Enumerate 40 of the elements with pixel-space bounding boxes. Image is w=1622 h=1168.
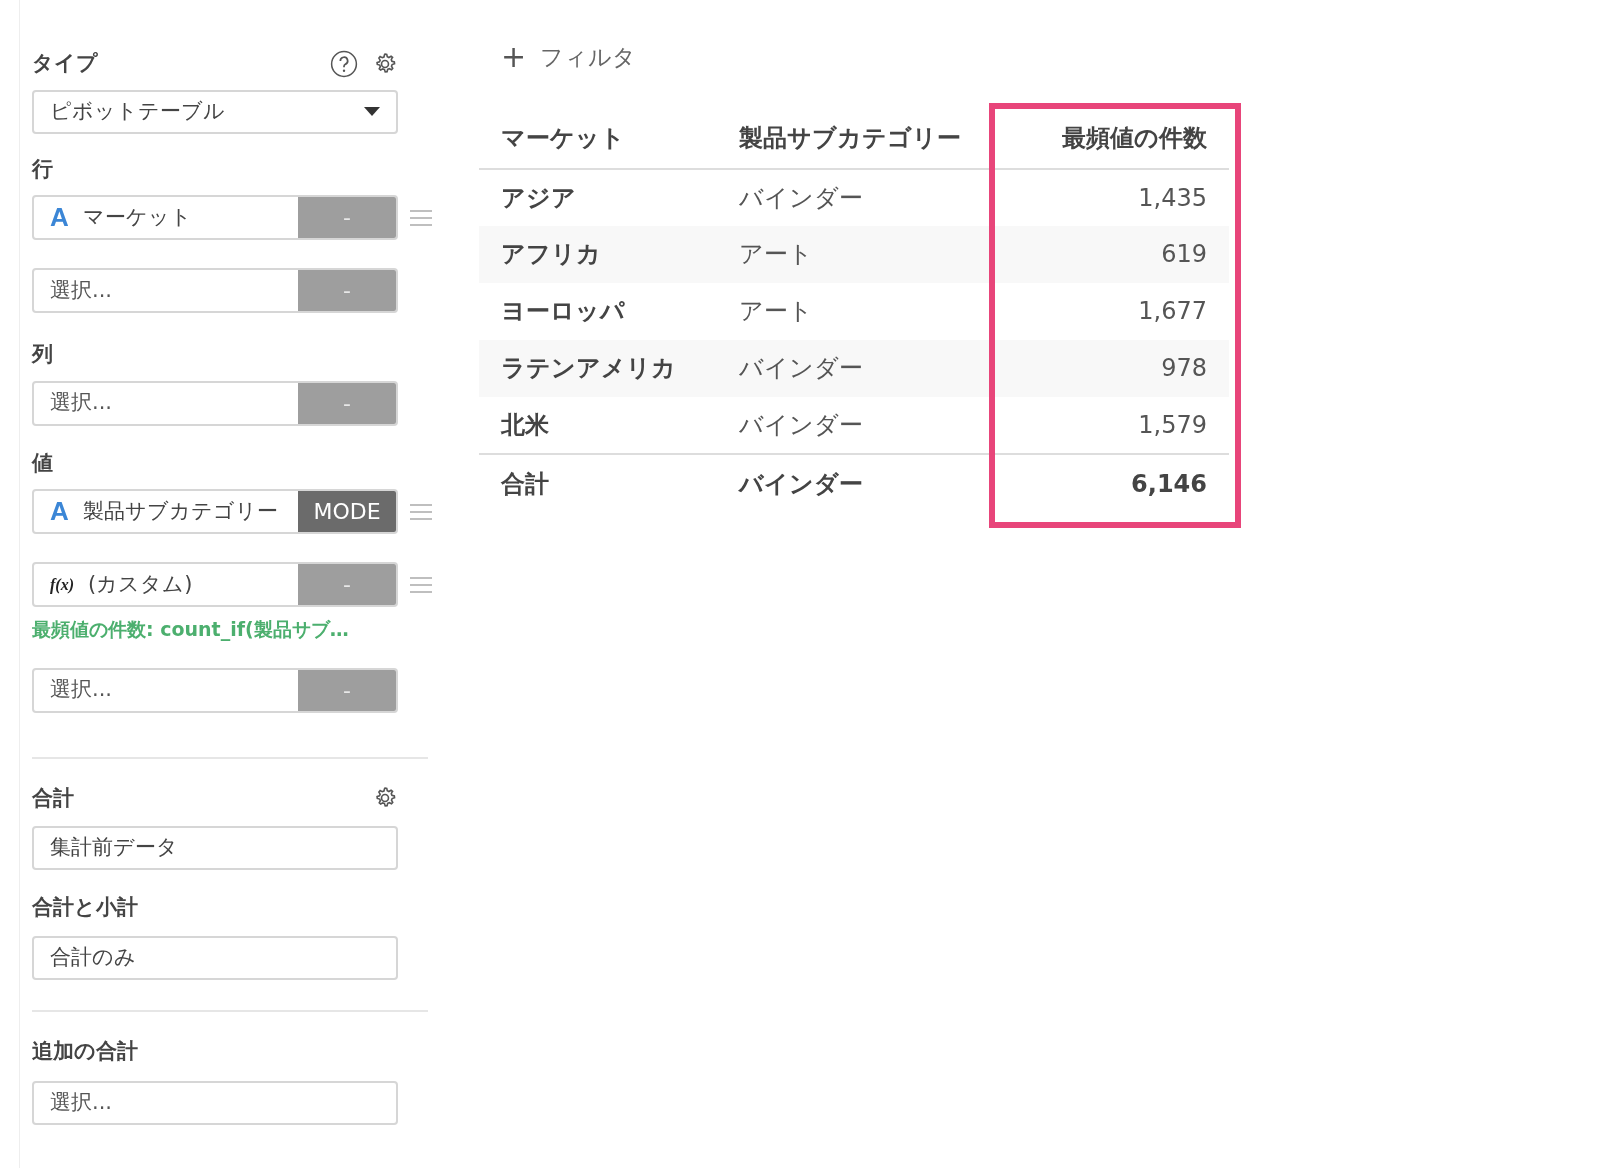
dropdown-caret-icon	[364, 106, 380, 117]
table-cell: バインダー	[717, 168, 995, 226]
table-cell: 978	[995, 339, 1229, 397]
section-label: タイプ	[32, 50, 98, 77]
table-cell: バインダー	[717, 396, 995, 454]
table-cell: バインダー	[717, 339, 995, 397]
select-field[interactable]: 集計前データ	[32, 826, 398, 870]
section-label: 行	[32, 155, 53, 183]
table-cell: 1,435	[995, 168, 1229, 226]
total-cell: 6,146	[995, 453, 1229, 514]
row-header: アフリカ	[479, 225, 717, 283]
formula-text: 最頻値の件数: count_if(製品サブ…	[32, 617, 350, 643]
column-header[interactable]: 製品サブカテゴリー	[717, 108, 995, 169]
table-cell: 1,579	[995, 396, 1229, 454]
total-label: 合計	[479, 453, 717, 514]
help-icon[interactable]	[330, 49, 358, 78]
select-field[interactable]: 合計のみ	[32, 935, 398, 980]
drag-handle-icon[interactable]	[410, 502, 432, 521]
select-field[interactable]: ピボットテーブル	[32, 89, 398, 134]
table-cell: 619	[995, 225, 1229, 283]
section-label: 列	[32, 341, 53, 368]
section-label: 追加の合計	[32, 1037, 138, 1065]
drag-handle-icon[interactable]	[410, 575, 432, 594]
table-cell: アート	[717, 225, 995, 283]
drag-handle-icon[interactable]	[410, 208, 432, 227]
total-cell: バインダー	[717, 453, 995, 514]
section-label: 値	[32, 449, 53, 477]
plus-icon: +	[501, 42, 527, 73]
table-cell: アート	[717, 282, 995, 340]
section-label: 合計	[32, 784, 74, 812]
row-header: ラテンアメリカ	[479, 339, 717, 397]
row-header: アジア	[479, 168, 717, 226]
table-cell: 1,677	[995, 282, 1229, 340]
row-header: ヨーロッパ	[479, 282, 717, 340]
column-header[interactable]: 最頻値の件数	[995, 108, 1229, 169]
select-field[interactable]: 選択...	[32, 1081, 398, 1125]
section-label: 合計と小計	[32, 894, 138, 921]
column-header[interactable]: マーケット	[479, 108, 717, 169]
row-header: 北米	[479, 396, 717, 454]
add-filter-button[interactable]: + フィルタ	[501, 40, 637, 75]
